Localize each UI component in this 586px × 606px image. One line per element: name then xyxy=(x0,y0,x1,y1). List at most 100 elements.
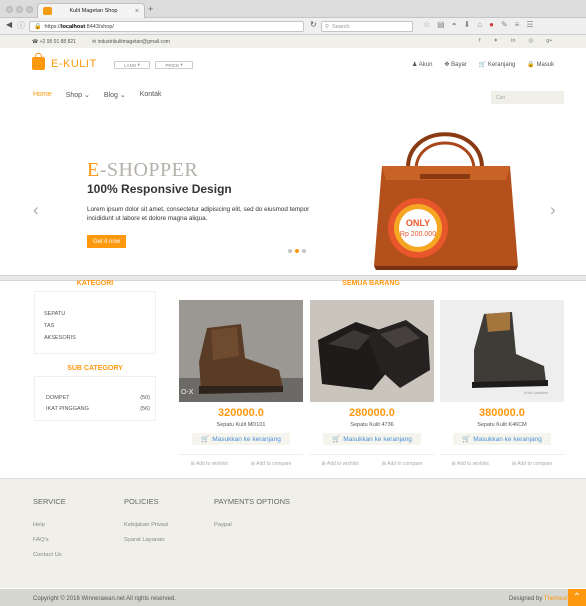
product-image[interactable]: Kulit Lukistan xyxy=(440,300,564,402)
window-minimize-icon[interactable] xyxy=(16,6,23,13)
add-to-wishlist-link[interactable]: ⊞ Add to wishlist xyxy=(322,461,359,467)
contact-phone: ☎ +2 95 01 88 821 xyxy=(32,39,76,45)
add-to-cart-button[interactable]: 🛒 Masukkan ke keranjang xyxy=(192,433,290,445)
slider-prev-icon[interactable]: ‹ xyxy=(33,200,39,220)
search-icon: ⚲ xyxy=(325,23,330,30)
lang-dropdown[interactable]: LANG ▾ xyxy=(114,61,150,69)
add-to-cart-button[interactable]: 🛒 Masukkan ke keranjang xyxy=(453,433,551,445)
info-icon[interactable]: ⓘ xyxy=(17,20,25,31)
pocket-icon[interactable]: ◓ xyxy=(452,20,457,29)
home-icon[interactable]: ⌂ xyxy=(477,20,482,29)
slider-dot-active[interactable] xyxy=(295,249,299,253)
product-image[interactable] xyxy=(310,300,434,402)
product-image[interactable]: O-X xyxy=(179,300,303,402)
price-dropdown[interactable]: PRICE ▾ xyxy=(155,61,193,69)
copyright-text: Copyright © 2016 Winnerawan.net All righ… xyxy=(33,596,176,602)
sub-category-title: SUB CATEGORY xyxy=(67,365,123,372)
tab-title: Kulit Magetan Shop xyxy=(69,8,118,14)
bookmark-star-icon[interactable]: ☆ xyxy=(423,20,430,29)
slide-subtitle: 100% Responsive Design xyxy=(87,182,232,196)
extension-icon[interactable]: ● xyxy=(489,20,494,29)
footer-link-contact[interactable]: Contact Us xyxy=(33,548,62,563)
scroll-up-button[interactable]: ⌃ xyxy=(568,589,586,606)
window-close-icon[interactable] xyxy=(6,6,13,13)
browser-search-input[interactable]: ⚲ Search xyxy=(321,21,413,32)
footer-policies-links: Kebijakan Privasi Syarat Layanan xyxy=(124,518,168,548)
dribbble-icon[interactable]: ◎ xyxy=(528,38,533,44)
facebook-icon[interactable]: f xyxy=(479,38,481,44)
site-search-input[interactable]: Cari xyxy=(491,91,564,104)
browser-search-placeholder: Search xyxy=(332,23,350,30)
linkedin-icon[interactable]: in xyxy=(511,38,515,44)
menu-icon[interactable]: ☰ xyxy=(526,20,533,29)
sidebar-icon[interactable]: ≡ xyxy=(515,20,520,29)
get-it-now-button[interactable]: Get it now xyxy=(87,235,127,248)
svg-text:O-X: O-X xyxy=(181,389,194,396)
kategori-item[interactable]: SEPATU xyxy=(44,308,76,320)
slider-next-icon[interactable]: › xyxy=(550,200,556,220)
product-name: Sepatu Kulit K46CM xyxy=(477,422,527,428)
footer-link-help[interactable]: Help xyxy=(33,518,62,533)
reading-list-icon[interactable]: ▤ xyxy=(437,20,445,29)
add-to-wishlist-link[interactable]: ⊞ Add to wishlist xyxy=(452,461,489,467)
product-price: 320000.0 xyxy=(218,407,264,419)
footer-link-paypal[interactable]: Paypal xyxy=(214,518,232,533)
bayar-link[interactable]: ✥ Bayar xyxy=(444,61,466,68)
addon-icon[interactable]: ✎ xyxy=(501,20,508,29)
footer-payments-links: Paypal xyxy=(214,518,232,533)
nav-shop[interactable]: Shop ⌄ xyxy=(66,91,90,99)
slider-dot[interactable] xyxy=(288,249,292,253)
add-to-compare-link[interactable]: ⊞ Add to compare xyxy=(382,461,423,467)
address-bar[interactable]: 🔒 https://localhost:8443/shop/ xyxy=(29,21,304,32)
chevron-down-icon: ⌄ xyxy=(119,92,126,99)
cart-icon: 🛒 xyxy=(462,436,471,443)
badge-only: ONLY xyxy=(406,218,430,228)
favicon-icon xyxy=(43,7,52,15)
site-logo[interactable]: E-KULIT xyxy=(32,53,97,70)
sub-category-item[interactable]: IKAT PINGGANG (56) xyxy=(46,404,150,415)
back-icon[interactable]: ◀ xyxy=(6,20,12,29)
slide-title: E-SHOPPER xyxy=(87,159,199,181)
nav-blog[interactable]: Blog ⌄ xyxy=(104,91,126,99)
sub-category-item[interactable]: DOMPET (50) xyxy=(46,393,150,404)
new-tab-button[interactable]: + xyxy=(148,4,153,14)
lang-dropdown-label: LANG xyxy=(124,62,137,68)
akun-link[interactable]: ♟ Akun xyxy=(412,61,432,68)
price-dropdown-label: PRICE xyxy=(165,62,180,68)
add-to-wishlist-link[interactable]: ⊞ Add to wishlist xyxy=(191,461,228,467)
download-icon[interactable]: ⬇ xyxy=(464,20,471,29)
add-to-compare-link[interactable]: ⊞ Add to compare xyxy=(512,461,553,467)
shopping-bag-icon xyxy=(32,53,45,70)
user-icon: ♟ xyxy=(412,62,418,68)
sub-category-list: DOMPET (50) IKAT PINGGANG (56) xyxy=(46,393,150,415)
twitter-icon[interactable]: ✦ xyxy=(494,38,499,44)
slider-dot[interactable] xyxy=(302,249,306,253)
nav-home[interactable]: Home xyxy=(33,91,52,99)
footer-link-faq[interactable]: FAQ's xyxy=(33,533,62,548)
google-plus-icon[interactable]: g+ xyxy=(546,38,552,44)
add-to-cart-button[interactable]: 🛒 Masukkan ke keranjang xyxy=(323,433,421,445)
main-nav: Home Shop ⌄ Blog ⌄ Kontak xyxy=(33,91,162,99)
footer-link-terms[interactable]: Syarat Layanan xyxy=(124,533,168,548)
kategori-item[interactable]: TAS xyxy=(44,320,76,332)
footer-policies-title: POLICIES xyxy=(124,497,159,506)
nav-kontak[interactable]: Kontak xyxy=(140,91,162,99)
keranjang-link[interactable]: 🛒 Keranjang xyxy=(479,61,516,68)
footer-service-links: Help FAQ's Contact Us xyxy=(33,518,62,563)
product-actions: ⊞ Add to wishlist ⊞ Add to compare xyxy=(310,461,434,467)
kategori-item[interactable]: AKSESORIS xyxy=(44,332,76,344)
contact-email[interactable]: ✉ industrikulitmagetan@gmail.com xyxy=(92,39,170,45)
divider xyxy=(179,454,303,455)
kategori-list: SEPATU TAS AKSESORIS xyxy=(44,308,76,344)
crosshair-icon: ✥ xyxy=(444,62,450,68)
add-to-compare-link[interactable]: ⊞ Add to compare xyxy=(251,461,292,467)
footer-link-privacy[interactable]: Kebijakan Privasi xyxy=(124,518,168,533)
tab-close-icon[interactable]: × xyxy=(135,8,139,15)
window-zoom-icon[interactable] xyxy=(26,6,33,13)
browser-tab[interactable]: Kulit Magetan Shop × xyxy=(37,3,145,18)
masuk-link[interactable]: 🔒 Masuk xyxy=(527,61,554,68)
chevron-up-icon: ⌃ xyxy=(572,592,582,603)
url-text: https://localhost:8443/shop/ xyxy=(44,23,114,30)
reload-icon[interactable]: ↻ xyxy=(310,20,317,29)
designer-link[interactable]: Themeum xyxy=(544,596,571,602)
